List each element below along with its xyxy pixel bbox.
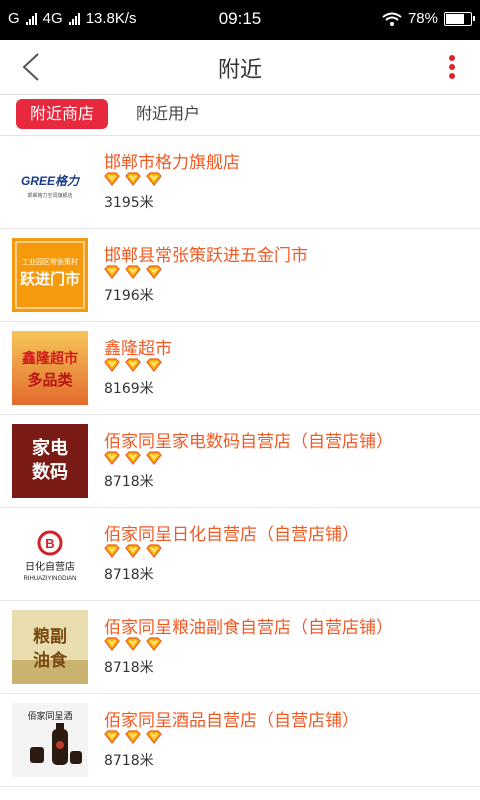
shop-name: 邯郸市格力旗舰店	[104, 153, 240, 173]
diamond-heart-icon	[104, 265, 120, 279]
diamond-heart-icon	[104, 451, 120, 465]
diamond-heart-icon	[125, 730, 141, 744]
shop-item[interactable]: B 日化自营店 RIHUAZIYINGDIAN 佰家同呈日化自营店（自营店铺） …	[0, 508, 480, 601]
shop-distance: 8718米	[104, 474, 154, 490]
shop-distance: 8718米	[104, 567, 154, 583]
diamond-heart-icon	[146, 451, 162, 465]
shop-thumbnail: 工业园区常张策村 跃进门市	[12, 238, 88, 312]
shop-rating	[104, 544, 162, 558]
thumb-logo-sub: 多品类	[27, 371, 73, 389]
status-bar: G 4G 13.8K/s 09:15 78%	[0, 0, 480, 40]
page-title: 附近	[217, 58, 262, 83]
tab-bar: 附近商店 附近用户	[0, 95, 480, 136]
thumb-logo-sub: 数码	[32, 461, 68, 483]
thumb-logo-text: 粮副	[33, 626, 67, 647]
shop-name: 佰家同呈家电数码自营店（自营店铺）	[104, 432, 393, 452]
shop-name: 佰家同呈日化自营店（自营店铺）	[104, 525, 359, 545]
battery-icon	[444, 11, 475, 26]
diamond-heart-icon	[125, 637, 141, 651]
shop-name: 佰家同呈酒品自营店（自营店铺）	[104, 711, 359, 731]
shop-item[interactable]: 粮副 油食 佰家同呈粮油副食自营店（自营店铺） 8718米	[0, 601, 480, 694]
shop-rating	[104, 358, 162, 372]
shop-name: 邯郸县常张策跃进五金门市	[104, 246, 308, 266]
shop-rating	[104, 265, 162, 279]
diamond-heart-icon	[125, 265, 141, 279]
shop-rating	[104, 637, 162, 651]
shop-rating	[104, 451, 162, 465]
shop-thumbnail: GREE格力 邯郸格力空调旗舰店	[12, 145, 88, 219]
diamond-heart-icon	[104, 172, 120, 186]
shop-item[interactable]: 家电 数码 佰家同呈家电数码自营店（自营店铺） 8718米	[0, 415, 480, 508]
diamond-heart-icon	[104, 358, 120, 372]
thumb-logo-text: 佰家同呈酒	[27, 710, 72, 722]
shop-item[interactable]: 工业园区常张策村 跃进门市 邯郸县常张策跃进五金门市 7196米	[0, 229, 480, 322]
thumb-logo-text: 跃进门市	[20, 270, 80, 288]
diamond-heart-icon	[125, 544, 141, 558]
shop-distance: 3195米	[104, 195, 154, 211]
shop-distance: 8169米	[104, 381, 154, 397]
tab-nearby-shops[interactable]: 附近商店	[16, 99, 109, 129]
diamond-heart-icon	[146, 730, 162, 744]
svg-text:B: B	[45, 536, 54, 551]
battery-percent: 78%	[407, 10, 438, 27]
shop-name: 佰家同呈粮油副食自营店（自营店铺）	[104, 618, 393, 638]
thumb-logo-text: 家电	[32, 437, 68, 459]
shop-thumbnail: B 日化自营店 RIHUAZIYINGDIAN	[12, 517, 88, 591]
thumb-logo-sub: RIHUAZIYINGDIAN	[23, 576, 76, 582]
shop-thumbnail: 粮副 油食	[12, 610, 88, 684]
thumb-logo-text: 日化自营店	[25, 560, 75, 573]
more-button[interactable]	[446, 52, 458, 82]
diamond-heart-icon	[146, 544, 162, 558]
shop-name: 鑫隆超市	[104, 339, 172, 359]
diamond-heart-icon	[125, 451, 141, 465]
shop-rating	[104, 172, 162, 186]
app-header: 附近	[0, 40, 480, 95]
status-right: 78%	[382, 10, 475, 27]
thumb-logo-text: GREE格力	[21, 174, 81, 188]
diamond-heart-icon	[146, 637, 162, 651]
diamond-heart-icon	[104, 544, 120, 558]
shop-thumbnail: 佰家同呈酒	[12, 703, 88, 777]
shop-thumbnail: 家电 数码	[12, 424, 88, 498]
shop-rating	[104, 730, 162, 744]
shop-item[interactable]: GREE格力 邯郸格力空调旗舰店 邯郸市格力旗舰店 3195米	[0, 136, 480, 229]
battery-fill	[446, 13, 464, 24]
shop-thumbnail: 鑫隆超市 多品类	[12, 331, 88, 405]
thumb-logo-sub: 油食	[33, 650, 68, 671]
shop-distance: 7196米	[104, 288, 154, 304]
shop-list: GREE格力 邯郸格力空调旗舰店 邯郸市格力旗舰店 3195米 工业园区常张策村…	[0, 136, 480, 800]
diamond-heart-icon	[125, 358, 141, 372]
thumb-logo-sub: 工业园区常张策村	[22, 257, 78, 266]
diamond-heart-icon	[104, 730, 120, 744]
diamond-heart-icon	[146, 265, 162, 279]
diamond-heart-icon	[146, 172, 162, 186]
shop-distance: 8718米	[104, 660, 154, 676]
shop-distance: 8718米	[104, 753, 154, 769]
diamond-heart-icon	[146, 358, 162, 372]
diamond-heart-icon	[125, 172, 141, 186]
thumb-logo-text: 鑫隆超市	[21, 350, 78, 367]
tab-nearby-users[interactable]: 附近用户	[122, 99, 214, 129]
shop-item[interactable]: 佰家同呈酒 佰家同呈酒品自营店（自营店铺） 8718米	[0, 694, 480, 787]
shop-item[interactable]: 鑫隆超市 多品类 鑫隆超市 8169米	[0, 322, 480, 415]
more-vertical-icon	[446, 55, 458, 79]
diamond-heart-icon	[104, 637, 120, 651]
wifi-icon	[382, 12, 402, 26]
thumb-logo-sub: 邯郸格力空调旗舰店	[27, 192, 72, 199]
